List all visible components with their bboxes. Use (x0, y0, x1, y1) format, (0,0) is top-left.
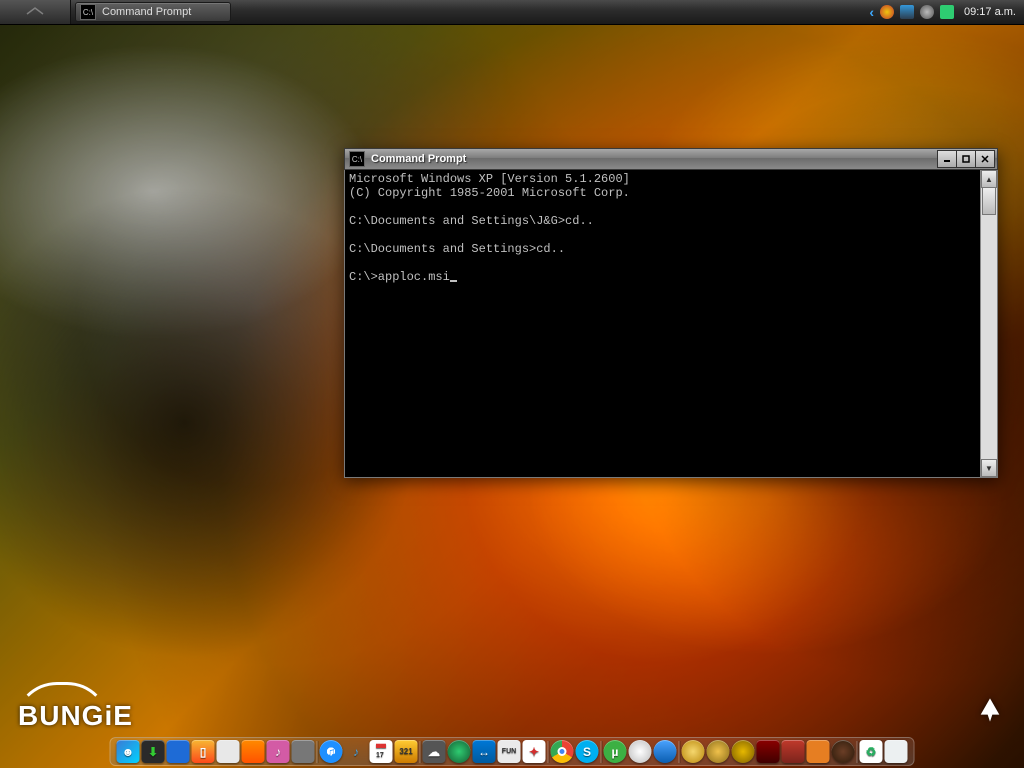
downarrow-icon[interactable] (217, 740, 240, 763)
taskbar-clock[interactable]: 09:17 a.m. (964, 6, 1016, 18)
finder-icon[interactable]: ☻ (117, 740, 140, 763)
bungie-logo: BUNGiE (18, 700, 133, 732)
tray-expand-icon[interactable]: ‹ (869, 4, 874, 20)
green-disc-icon[interactable] (448, 740, 471, 763)
maximize-button[interactable] (956, 150, 976, 168)
orange2-icon[interactable] (807, 740, 830, 763)
orange-app-icon[interactable] (242, 740, 265, 763)
note-icon[interactable]: ♪ (345, 740, 368, 763)
dark-disc-icon[interactable] (832, 740, 855, 763)
ibooks-icon[interactable]: ▯ (192, 740, 215, 763)
red-app-icon[interactable] (757, 740, 780, 763)
separator-6 (857, 741, 858, 763)
cloud-icon[interactable]: ☁ (423, 740, 446, 763)
paper-icon[interactable] (885, 740, 908, 763)
skype-icon[interactable]: S (576, 740, 599, 763)
close-button[interactable] (975, 150, 995, 168)
network-tray-icon[interactable] (900, 5, 914, 19)
teamviewer-icon[interactable]: ↔ (473, 740, 496, 763)
separator-4 (601, 741, 602, 763)
gold3-icon[interactable] (732, 740, 755, 763)
music-icon[interactable]: ♪ (267, 740, 290, 763)
disc-icon[interactable] (629, 740, 652, 763)
system-tray: ‹ 09:17 a.m. (861, 0, 1024, 24)
vertical-scrollbar[interactable]: ▲ ▼ (980, 170, 997, 477)
minimize-button[interactable] (937, 150, 957, 168)
separator-2 (420, 741, 421, 763)
mpc-icon[interactable]: 321 (395, 740, 418, 763)
cmd-icon: C:\ (80, 4, 96, 20)
window-titlebar[interactable]: C:\ Command Prompt (344, 148, 998, 170)
command-prompt-window: C:\ Command Prompt Microsoft Windows XP … (344, 148, 998, 478)
calendar-icon[interactable]: ▀▀17 (370, 740, 393, 763)
utorrent-icon[interactable]: µ (604, 740, 627, 763)
terminal-output[interactable]: Microsoft Windows XP [Version 5.1.2600] … (345, 170, 980, 477)
start-button[interactable] (0, 0, 71, 24)
globe-icon[interactable] (654, 740, 677, 763)
taskbar-item-cmd[interactable]: C:\ Command Prompt (75, 2, 231, 22)
shield-tray-icon[interactable] (880, 5, 894, 19)
recycle-icon[interactable]: ♻ (860, 740, 883, 763)
dock: ☻⬇▯♪♫♪▀▀17321☁↔FUN✦Sµ♻ (110, 737, 915, 766)
coin-icon[interactable] (682, 740, 705, 763)
window-title: Command Prompt (371, 153, 932, 165)
cmd-window-icon: C:\ (349, 151, 365, 167)
download-icon[interactable]: ⬇ (142, 740, 165, 763)
app-tray-icon[interactable] (940, 5, 954, 19)
fun-icon[interactable]: FUN (498, 740, 521, 763)
separator-3 (548, 741, 549, 763)
maple-icon[interactable]: ✦ (523, 740, 546, 763)
separator-5 (679, 741, 680, 763)
scroll-down-button[interactable]: ▼ (981, 459, 997, 477)
tile-blue-icon[interactable] (167, 740, 190, 763)
taskbar-item-label: Command Prompt (102, 6, 191, 18)
update-tray-icon[interactable] (920, 5, 934, 19)
itunes-icon[interactable]: ♫ (320, 740, 343, 763)
destiny-tricorn-icon (976, 696, 1004, 724)
chrome-icon[interactable] (551, 740, 574, 763)
separator-1 (317, 741, 318, 763)
scroll-thumb[interactable] (982, 187, 996, 215)
blank-app-icon[interactable] (292, 740, 315, 763)
book2-icon[interactable] (782, 740, 805, 763)
taskbar: C:\ Command Prompt ‹ 09:17 a.m. (0, 0, 1024, 25)
scroll-up-button[interactable]: ▲ (981, 170, 997, 188)
gold2-icon[interactable] (707, 740, 730, 763)
